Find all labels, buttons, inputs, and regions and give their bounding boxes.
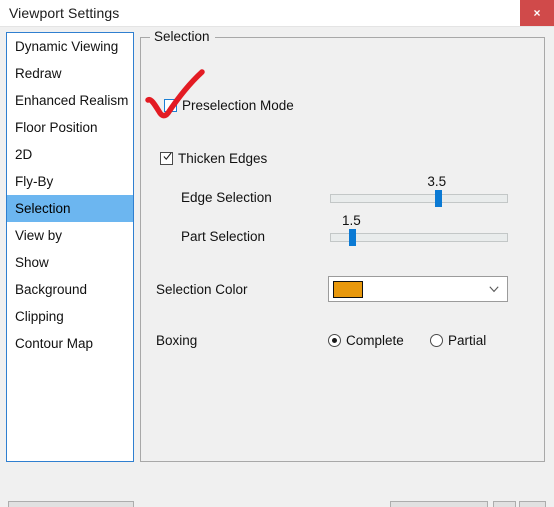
radio-button (430, 334, 443, 347)
boxing-label: Boxing (156, 333, 198, 348)
part-selection-label: Part Selection (181, 229, 266, 244)
sidebar-item-background[interactable]: Background (7, 276, 133, 303)
boxing-option-label: Partial (448, 333, 487, 348)
close-window-button[interactable]: × (520, 0, 554, 26)
boxing-option-complete[interactable]: Complete (328, 333, 404, 348)
sidebar-item-clipping[interactable]: Clipping (7, 303, 133, 330)
selection-color-dropdown[interactable] (328, 276, 508, 302)
boxing-option-partial[interactable]: Partial (430, 333, 486, 348)
window-title: Viewport Settings (9, 5, 120, 21)
sidebar-item-redraw[interactable]: Redraw (7, 60, 133, 87)
edge-selection-slider[interactable] (330, 190, 508, 207)
dialog-body: Dynamic Viewing Redraw Enhanced Realism Flo… (0, 27, 554, 507)
part-selection-slider[interactable] (330, 229, 508, 246)
viewport-settings-dialog: Viewport Settings × Dynamic Viewing Redra… (0, 0, 554, 507)
sidebar-item-2d[interactable]: 2D (7, 141, 133, 168)
selection-groupbox-title: Selection (150, 29, 215, 44)
slider-thumb[interactable] (434, 190, 442, 207)
edge-selection-label: Edge Selection (181, 190, 272, 205)
sidebar-item-view-by[interactable]: View by (7, 222, 133, 249)
sidebar-item-floor-position[interactable]: Floor Position (7, 114, 133, 141)
title-bar: Viewport Settings × (0, 0, 554, 27)
radio-button (328, 334, 341, 347)
chevron-down-icon (489, 286, 499, 293)
sidebar-item-contour-map[interactable]: Contour Map (7, 330, 133, 357)
thicken-edges-label: Thicken Edges (178, 151, 268, 166)
selection-color-label: Selection Color (156, 282, 248, 297)
help-button[interactable]: ? (493, 501, 516, 507)
reset-button[interactable]: Reset (8, 501, 134, 507)
sidebar-item-selection[interactable]: Selection (7, 195, 133, 222)
sidebar-item-enhanced-realism[interactable]: Enhanced Realism (7, 87, 133, 114)
close-button[interactable]: Close (390, 501, 488, 507)
slider-thumb[interactable] (349, 229, 357, 246)
preselection-mode-label: Preselection Mode (182, 98, 294, 113)
color-swatch (333, 281, 363, 298)
edge-selection-value: 3.5 (427, 174, 447, 189)
checkbox-box (160, 152, 173, 165)
checkbox-box (164, 99, 177, 112)
sidebar-item-fly-by[interactable]: Fly-By (7, 168, 133, 195)
part-selection-value: 1.5 (341, 213, 361, 228)
sidebar-item-show[interactable]: Show (7, 249, 133, 276)
checkmark-icon (163, 152, 172, 161)
pin-button[interactable] (519, 501, 546, 507)
thicken-edges-checkbox[interactable]: Thicken Edges (160, 151, 267, 166)
sidebar-item-dynamic-viewing[interactable]: Dynamic Viewing (7, 33, 133, 60)
category-list[interactable]: Dynamic Viewing Redraw Enhanced Realism Flo… (6, 32, 134, 462)
preselection-mode-checkbox[interactable]: Preselection Mode (164, 98, 294, 113)
boxing-option-label: Complete (346, 333, 404, 348)
